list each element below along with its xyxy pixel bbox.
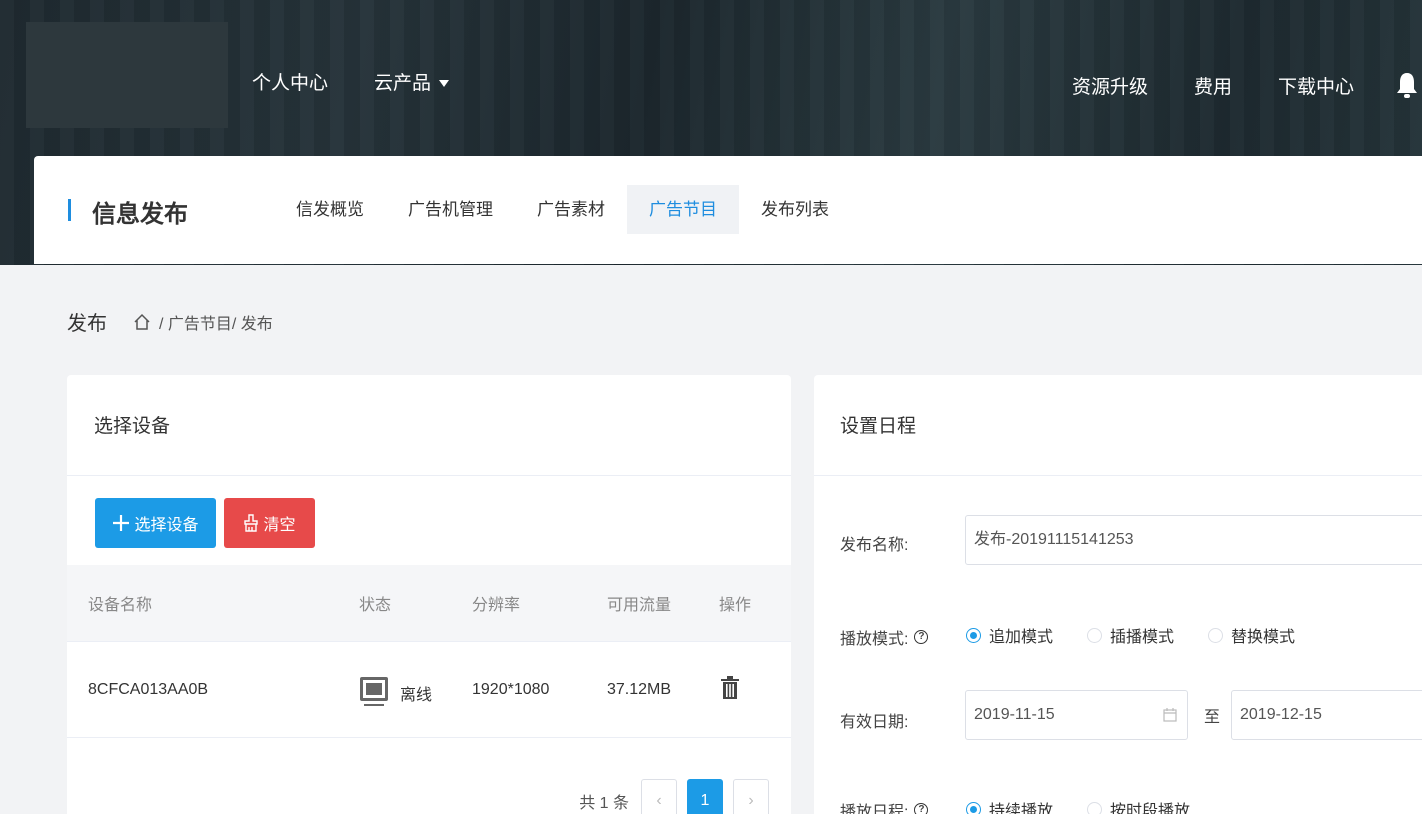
page-title: 发布 [67, 313, 107, 335]
start-date-input[interactable]: 2019-11-15 [965, 690, 1188, 740]
column-status: 状态 [359, 597, 392, 614]
plus-icon [113, 515, 130, 531]
next-page-button[interactable]: › [733, 779, 769, 814]
radio-append-label: 追加模式 [989, 629, 1054, 646]
trash-icon[interactable] [721, 676, 739, 700]
home-icon[interactable] [133, 313, 151, 331]
publish-name-label: 发布名称: [840, 537, 909, 554]
help-icon[interactable]: ? [914, 630, 929, 644]
table-row: 8CFCA013AA0B 离线 1920*1080 37.12MB [67, 643, 791, 738]
radio-insert-label: 插播模式 [1110, 629, 1175, 646]
caret-down-icon [439, 80, 450, 88]
select-device-button[interactable]: 选择设备 [95, 498, 216, 548]
device-traffic-cell: 37.12MB [607, 681, 672, 698]
schedule-panel-title: 设置日程 [814, 375, 1422, 476]
module-header: 信息发布 信发概览 广告机管理 广告素材 广告节目 发布列表 [34, 156, 1422, 264]
play-schedule-label: 播放日程:? [840, 798, 940, 814]
radio-replace-label: 替换模式 [1231, 629, 1296, 646]
radio-checked-icon [966, 627, 981, 643]
monitor-icon [360, 677, 388, 706]
tab-ad-programs[interactable]: 广告节目 [627, 185, 739, 234]
breadcrumb-path[interactable]: / 广告节目/ 发布 [159, 310, 273, 334]
module-tabs: 信发概览 广告机管理 广告素材 广告节目 发布列表 [274, 185, 851, 234]
column-actions: 操作 [719, 597, 752, 614]
schedule-panel: 设置日程 发布名称: 发布-20191115141253 播放模式:? 追加模式… [814, 375, 1422, 814]
brush-icon [244, 514, 259, 532]
start-date-value: 2019-11-15 [974, 706, 1055, 723]
nav-fees[interactable]: 费用 [1194, 72, 1232, 99]
radio-unchecked-icon [1087, 627, 1103, 643]
radio-timed-label: 按时段播放 [1110, 803, 1191, 814]
column-traffic: 可用流量 [607, 597, 672, 614]
clear-label: 清空 [263, 517, 296, 534]
play-schedule-radio-group: 持续播放 按时段播放 [966, 797, 1224, 814]
radio-checked-icon [966, 801, 981, 814]
radio-insert-mode[interactable]: 插播模式 [1087, 623, 1174, 647]
radio-unchecked-icon [1087, 801, 1103, 814]
radio-unchecked-icon [1208, 627, 1224, 643]
column-device-name: 设备名称 [88, 597, 153, 614]
nav-personal-center[interactable]: 个人中心 [252, 68, 328, 95]
top-nav-left: 个人中心 云产品 [252, 68, 450, 95]
tab-overview[interactable]: 信发概览 [274, 185, 386, 234]
radio-replace-mode[interactable]: 替换模式 [1208, 623, 1295, 647]
clear-button[interactable]: 清空 [224, 498, 315, 548]
nav-cloud-products-label: 云产品 [374, 73, 432, 94]
tab-ad-materials[interactable]: 广告素材 [515, 185, 627, 234]
end-date-input[interactable]: 2019-12-15 [1231, 690, 1422, 740]
radio-continuous-label: 持续播放 [989, 803, 1054, 814]
pagination-total: 共 1 条 [579, 795, 629, 812]
radio-continuous-play[interactable]: 持续播放 [966, 797, 1053, 814]
play-mode-label-text: 播放模式: [840, 631, 909, 648]
valid-date-label: 有效日期: [840, 714, 909, 731]
tab-publish-list[interactable]: 发布列表 [739, 185, 851, 234]
play-schedule-label-text: 播放日程: [840, 804, 909, 814]
page-1-button[interactable]: 1 [687, 779, 723, 814]
top-nav-right: 资源升级 费用 下载中心 [1072, 72, 1354, 99]
device-panel-title: 选择设备 [67, 375, 791, 476]
date-separator: 至 [1204, 709, 1221, 726]
radio-append-mode[interactable]: 追加模式 [966, 623, 1053, 647]
device-resolution-cell: 1920*1080 [472, 681, 550, 698]
device-table-header: 设备名称 状态 分辨率 可用流量 操作 [67, 565, 791, 642]
nav-resource-upgrade[interactable]: 资源升级 [1072, 72, 1148, 99]
tab-device-management[interactable]: 广告机管理 [386, 185, 515, 234]
calendar-icon [1163, 708, 1177, 722]
column-resolution: 分辨率 [472, 597, 521, 614]
nav-cloud-products[interactable]: 云产品 [374, 68, 450, 95]
help-icon[interactable]: ? [914, 803, 929, 814]
publish-name-input[interactable]: 发布-20191115141253 [965, 515, 1422, 565]
bell-icon[interactable] [1396, 70, 1418, 100]
device-name-cell: 8CFCA013AA0B [88, 681, 209, 698]
module-title: 信息发布 [92, 201, 188, 228]
device-status-cell: 离线 [400, 687, 433, 704]
logo[interactable] [26, 22, 228, 128]
select-device-label: 选择设备 [134, 517, 199, 534]
pagination: 共 1 条 ‹ 1 › [579, 779, 769, 814]
device-panel: 选择设备 选择设备 清空 设备名称 状态 分辨率 可用流量 操作 8CFCA01… [67, 375, 791, 814]
title-accent-bar [68, 199, 71, 221]
prev-page-button[interactable]: ‹ [641, 779, 677, 814]
play-mode-label: 播放模式:? [840, 625, 940, 649]
radio-timed-play[interactable]: 按时段播放 [1087, 797, 1190, 814]
nav-download-center[interactable]: 下载中心 [1278, 72, 1354, 99]
play-mode-radio-group: 追加模式 插播模式 替换模式 [966, 623, 1329, 647]
breadcrumb: 发布 / 广告节目/ 发布 [67, 307, 273, 336]
